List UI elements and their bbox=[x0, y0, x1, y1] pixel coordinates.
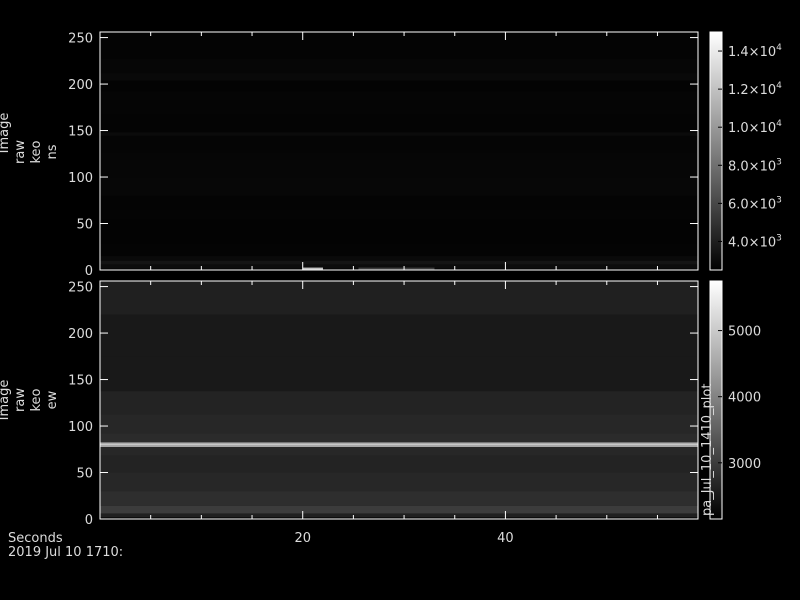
ew-y-tick-label: 0 bbox=[85, 513, 93, 528]
x-tick-label: 20 bbox=[294, 531, 311, 546]
ew-colorbar-tick-label: 5000 bbox=[728, 325, 761, 340]
ns-image-row bbox=[100, 256, 698, 261]
ns-colorbar-tick-label: 4.0×103 bbox=[728, 233, 782, 250]
x-tick-label: 40 bbox=[497, 531, 514, 546]
ns-image-row bbox=[100, 114, 698, 133]
ns-image-row bbox=[100, 132, 698, 136]
ew-image-rows bbox=[100, 281, 698, 519]
ew-ylabel-line-4: ew bbox=[45, 390, 60, 409]
ew-ylabel-line-1: Image bbox=[0, 380, 12, 421]
ew-image-row bbox=[100, 472, 698, 492]
ns-ylabel-line-1: Image bbox=[0, 113, 12, 154]
ns-ylabel-line-4: ns bbox=[45, 144, 60, 159]
ew-y-tick-label: 250 bbox=[68, 281, 93, 296]
ew-image-row bbox=[100, 356, 698, 392]
ns-colorbar-tick-label: 1.4×104 bbox=[728, 43, 782, 60]
x-tick-labels: 20 40 bbox=[294, 531, 513, 546]
ew-image-row bbox=[100, 445, 698, 447]
panel-ew: 0 50 100 150 200 250 Image raw keo ew 3000 400… bbox=[0, 280, 761, 528]
ew-image-row bbox=[100, 433, 698, 443]
ew-image-row bbox=[100, 281, 698, 289]
keogram-figure: 050100150200250 Image raw keo ns 4.0×103… bbox=[0, 31, 782, 560]
ns-colorbar-tick-label: 1.0×104 bbox=[728, 119, 782, 136]
ew-image-row bbox=[100, 455, 698, 473]
ns-y-tick-label: 150 bbox=[68, 125, 93, 140]
ew-image-row bbox=[100, 314, 698, 357]
ns-image-row bbox=[100, 260, 698, 265]
ns-ylabel-line-3: keo bbox=[29, 140, 44, 163]
ew-y-tick-label: 100 bbox=[68, 420, 93, 435]
ew-ylabel-line-3: keo bbox=[29, 388, 44, 411]
ns-colorbar-tick-label: 6.0×103 bbox=[728, 195, 782, 212]
ns-ylabel-line-2: raw bbox=[13, 140, 28, 164]
ns-image-row bbox=[100, 195, 698, 219]
ns-colorbar-ticks: 4.0×103 6.0×103 8.0×103 1.0×104 1.2×104 1.4×1… bbox=[718, 43, 782, 250]
ns-image-row bbox=[100, 91, 698, 115]
ew-image-row bbox=[100, 446, 698, 456]
ew-colorbar-tick-label: 3000 bbox=[728, 457, 761, 472]
ns-image-row bbox=[100, 135, 698, 153]
ew-image-row bbox=[100, 444, 698, 446]
ns-image-row bbox=[100, 152, 698, 178]
ns-y-tick-label: 100 bbox=[68, 171, 93, 186]
ew-colorbar-ticks: 3000 4000 5000 bbox=[718, 325, 761, 472]
date-label: 2019 Jul 10 1710: bbox=[8, 545, 123, 560]
ew-colorbar-side-text: pa_Jul_10_1410_plot bbox=[700, 384, 715, 516]
ns-colorbar-tick-label: 1.2×104 bbox=[728, 81, 782, 98]
ns-image-row bbox=[100, 39, 698, 59]
ew-image-row bbox=[100, 391, 698, 415]
ns-colorbar bbox=[709, 31, 723, 271]
ns-image-row bbox=[100, 80, 698, 92]
ew-image-row bbox=[100, 414, 698, 434]
ns-y-tick-label: 200 bbox=[68, 78, 93, 93]
ns-image-row bbox=[100, 177, 698, 196]
ew-image-row bbox=[100, 491, 698, 506]
ew-image-row bbox=[100, 288, 698, 315]
ns-image-row bbox=[100, 58, 698, 74]
ew-ylabel-line-2: raw bbox=[13, 388, 28, 412]
ns-y-tick-label: 250 bbox=[68, 32, 93, 47]
ew-image-row bbox=[100, 513, 698, 518]
ns-image-row bbox=[100, 73, 698, 81]
ew-image-row bbox=[100, 505, 698, 514]
ns-y-tick-label: 0 bbox=[85, 264, 93, 279]
panel-ns: 0 50 100 150 200 250 Image raw keo ns 4.0×103… bbox=[0, 31, 782, 279]
ns-image-row bbox=[100, 32, 698, 40]
ns-colorbar-tick-label: 8.0×103 bbox=[728, 157, 782, 174]
x-axis-label: Seconds bbox=[8, 531, 63, 546]
ew-y-tick-label: 200 bbox=[68, 327, 93, 342]
ns-image-row bbox=[100, 243, 698, 257]
ns-image-row bbox=[100, 218, 698, 244]
ew-image-row bbox=[100, 442, 698, 445]
ew-y-tick-label: 50 bbox=[76, 467, 93, 482]
ns-y-tick-label: 50 bbox=[76, 218, 93, 233]
ew-y-tick-label: 150 bbox=[68, 374, 93, 389]
ns-image-rows bbox=[100, 32, 698, 270]
ew-colorbar-tick-label: 4000 bbox=[728, 391, 761, 406]
